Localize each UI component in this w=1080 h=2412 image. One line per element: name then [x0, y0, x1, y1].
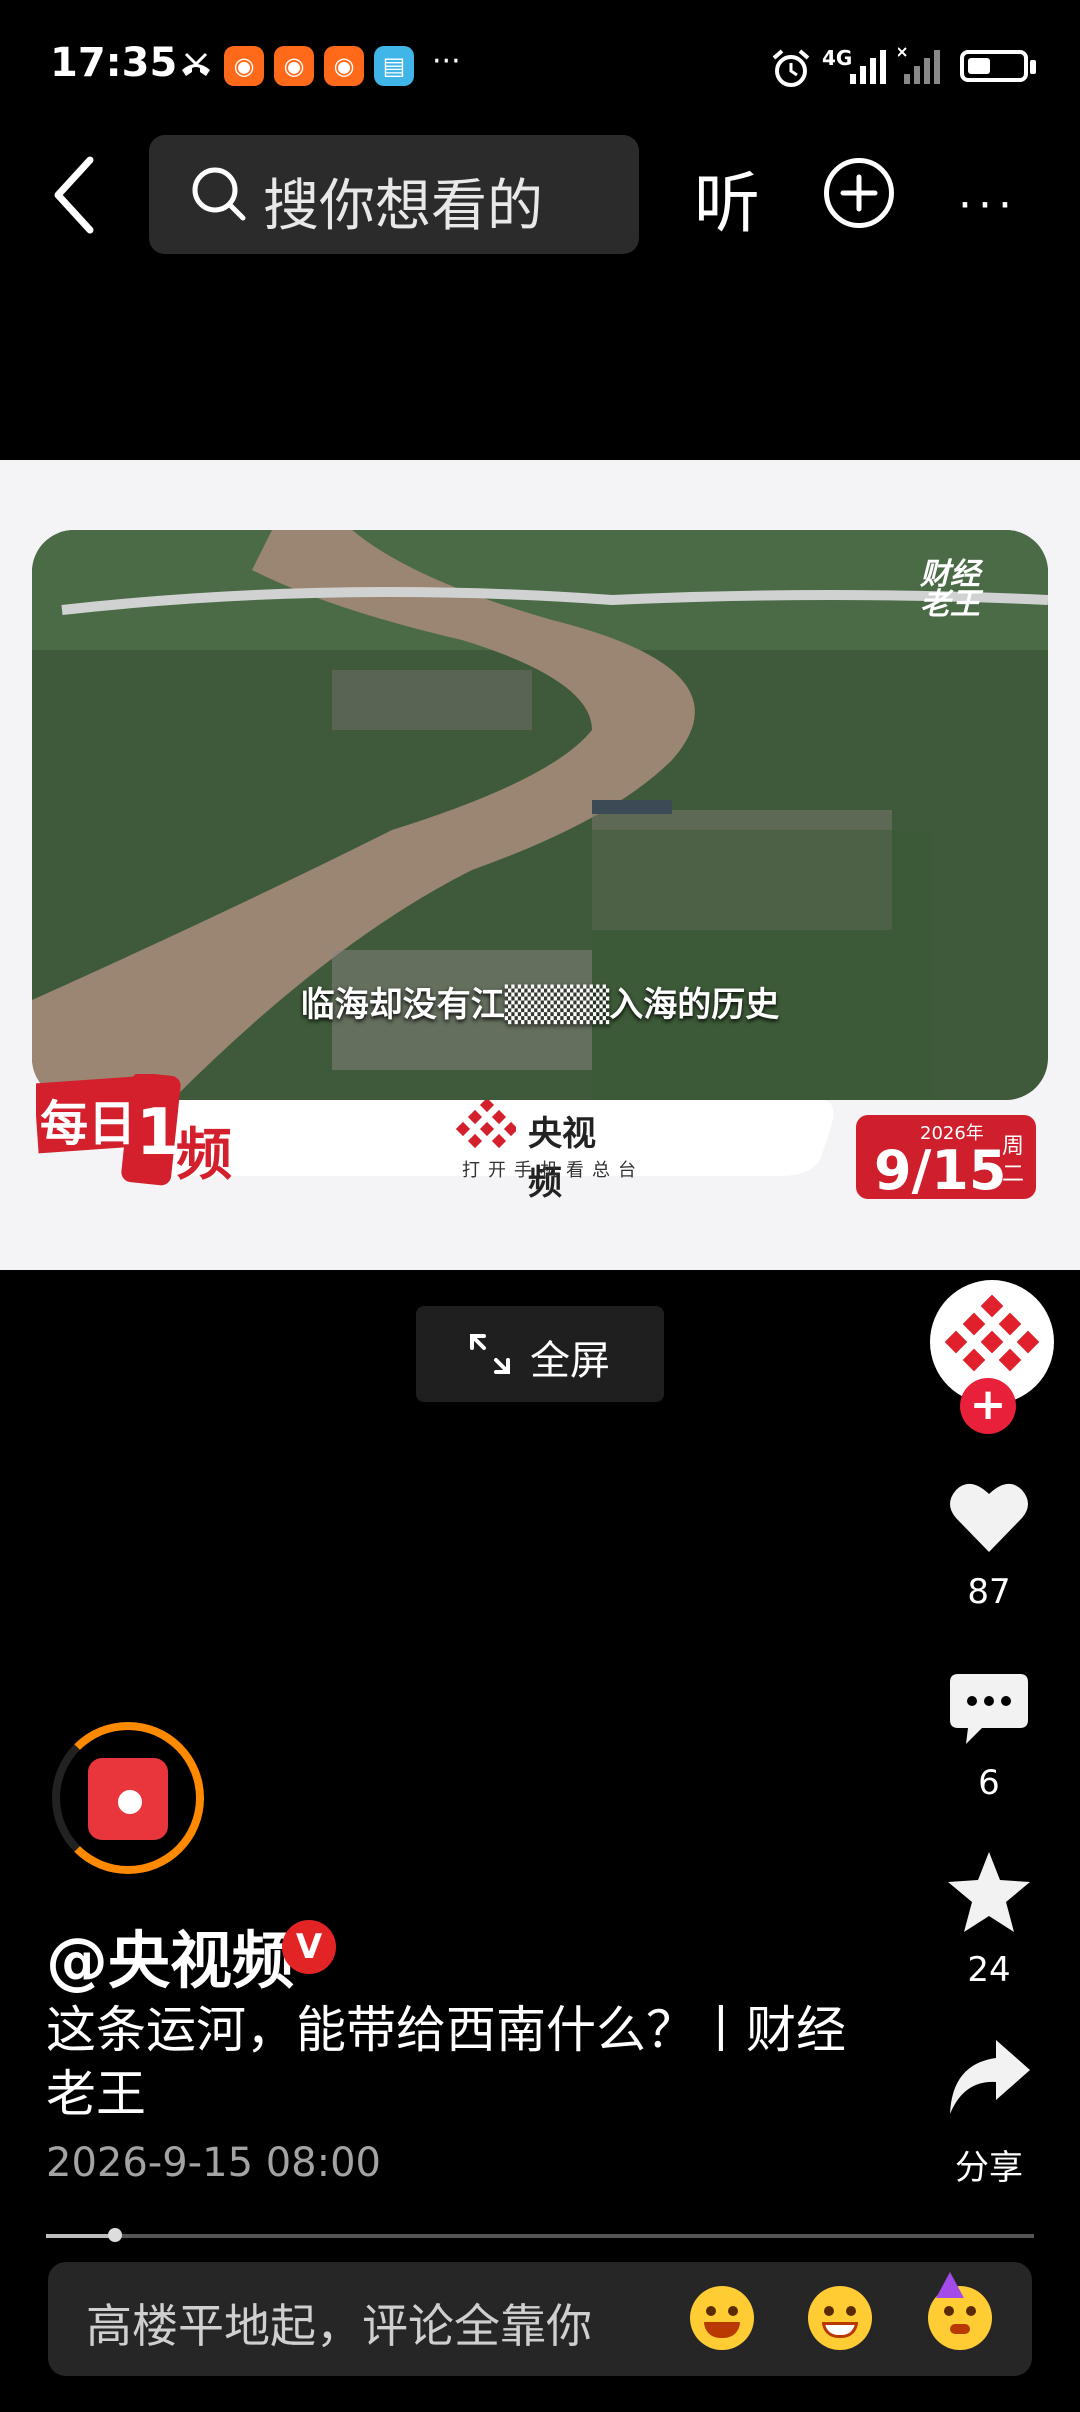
- cctv-slogan: 打开手机看总台: [462, 1160, 644, 1181]
- svg-text:每日: 每日: [40, 1096, 136, 1152]
- status-time: 17:35: [50, 40, 178, 86]
- post-time: 2026-9-15 08:00: [46, 2140, 381, 2186]
- signal-no-sim-icon: [898, 47, 940, 84]
- search-input[interactable]: 搜你想看的: [149, 135, 639, 254]
- reader-app-icon: ▤: [374, 46, 414, 86]
- share-arrow-icon[interactable]: [946, 2038, 1032, 2118]
- svg-text:1: 1: [136, 1096, 181, 1170]
- comment-input[interactable]: 高楼平地起，评论全靠你: [48, 2262, 1032, 2376]
- grinning-emoji-icon[interactable]: [808, 2286, 872, 2350]
- video-subtitle: 临海却没有江▒▒▒▒入海的历史: [300, 985, 780, 1025]
- fullscreen-label: 全屏: [530, 1338, 610, 1384]
- missed-call-icon: [182, 52, 210, 76]
- red-envelope-seal: [118, 1790, 142, 1814]
- battery-tip: [1030, 60, 1036, 74]
- svg-text:频: 频: [176, 1123, 232, 1188]
- cctv-name: 央视频: [528, 1114, 596, 1203]
- cctv-logo-icon: [456, 1100, 516, 1149]
- more-button[interactable]: ···: [958, 180, 1018, 231]
- author-handle[interactable]: @央视频: [46, 1910, 294, 2000]
- favorite-count: 24: [967, 1950, 1011, 1990]
- like-heart-icon[interactable]: [948, 1478, 1030, 1554]
- date-badge: 2026年 9/15 周二: [856, 1115, 1036, 1202]
- date-day: 9/15: [874, 1139, 1007, 1202]
- progress-track[interactable]: [46, 2234, 1034, 2238]
- comment-icon[interactable]: [948, 1670, 1030, 1748]
- kuaishou-app-icon: ◉: [324, 46, 364, 86]
- battery-icon: [960, 50, 1028, 82]
- verified-badge: V: [282, 1920, 336, 1974]
- comment-placeholder: 高楼平地起，评论全靠你: [86, 2299, 592, 2353]
- progress-thumb[interactable]: [108, 2228, 123, 2242]
- follow-button[interactable]: +: [960, 1378, 1016, 1434]
- status-more: ···: [432, 44, 461, 79]
- party-emoji-icon[interactable]: [928, 2272, 992, 2350]
- status-bar: 17:35 ◉ ◉ ◉ ▤ ··· 4G: [0, 0, 1080, 130]
- like-count: 87: [967, 1572, 1011, 1612]
- video-player[interactable]: 财经 老王 临海却没有江▒▒▒▒入海的历史 每日 1 频 央视频 打开手机看总台…: [0, 460, 1080, 1270]
- laughing-emoji-icon[interactable]: [690, 2286, 754, 2350]
- kuaishou-app-icon: ◉: [224, 46, 264, 86]
- alarm-icon: [772, 49, 810, 87]
- meiri-yipin-logo: 每日 1 频: [33, 1072, 266, 1194]
- add-button[interactable]: [824, 158, 894, 228]
- plus-icon: [840, 174, 878, 212]
- comment-count: 6: [978, 1763, 1000, 1803]
- video-title: 这条运河，能带给西南什么？丨财经老王: [46, 2001, 846, 2123]
- date-weekday: 周二: [1002, 1134, 1025, 1187]
- search-icon: [192, 167, 246, 221]
- listen-button[interactable]: 听: [694, 150, 760, 246]
- kuaishou-app-icon: ◉: [274, 46, 314, 86]
- caijing-laowang-logo: 财经 老王: [920, 557, 980, 622]
- expand-icon: [470, 1334, 510, 1374]
- search-placeholder: 搜你想看的: [263, 174, 543, 239]
- favorite-star-icon[interactable]: [946, 1850, 1032, 1934]
- progress-fill: [46, 2234, 116, 2238]
- share-label[interactable]: 分享: [929, 2140, 1049, 2189]
- fullscreen-button[interactable]: 全屏: [416, 1306, 664, 1402]
- signal-icon: [850, 50, 886, 84]
- back-button[interactable]: [46, 150, 106, 240]
